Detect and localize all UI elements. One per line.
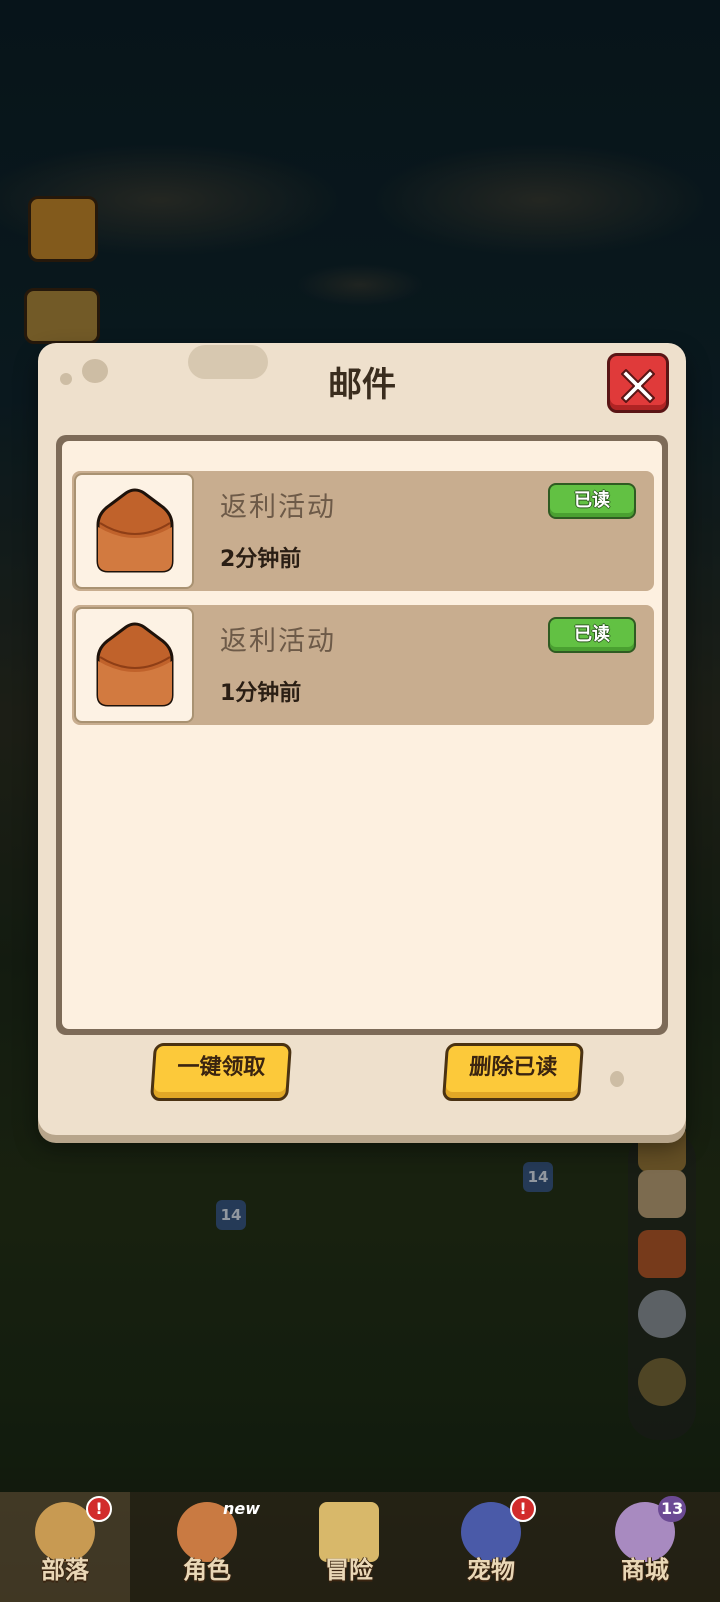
bottom-nav: ! 部落 new 角色 冒险 ! 宠物 13 商城	[0, 1492, 720, 1602]
mail-list-panel: 返利活动 2分钟前 已读 返利活动 1分钟前 已读	[56, 435, 668, 1035]
read-status-badge: 已读	[548, 617, 636, 653]
envelope-icon	[96, 622, 174, 707]
nav-adventure[interactable]: 冒险	[284, 1492, 414, 1602]
alert-badge: !	[510, 1496, 536, 1522]
mail-time: 1分钟前	[220, 681, 302, 706]
new-badge: new	[223, 1499, 261, 1518]
close-icon	[621, 369, 655, 403]
nav-label: 角色	[183, 1556, 231, 1584]
nav-label: 部落	[41, 1556, 89, 1584]
mail-time: 2分钟前	[220, 547, 302, 572]
envelope-icon	[96, 488, 174, 573]
mail-item[interactable]: 返利活动 2分钟前 已读	[72, 471, 654, 591]
nav-shop[interactable]: 13 商城	[580, 1492, 710, 1602]
mail-thumbnail	[74, 473, 194, 589]
claim-all-button[interactable]: 一键领取	[149, 1043, 293, 1101]
mail-title: 返利活动	[220, 492, 336, 523]
read-status-badge: 已读	[548, 483, 636, 519]
nav-character[interactable]: new 角色	[142, 1492, 272, 1602]
dialog-title: 邮件	[328, 365, 396, 405]
mail-thumbnail	[74, 607, 194, 723]
nav-label: 宠物	[467, 1556, 515, 1584]
nav-tribe[interactable]: ! 部落	[0, 1492, 130, 1602]
mail-item[interactable]: 返利活动 1分钟前 已读	[72, 605, 654, 725]
close-button[interactable]	[607, 353, 669, 413]
mail-dialog: 邮件 返利活动 2分钟前 已读 返利活动 1分钟前 已读 一键领取 删除已读	[38, 343, 686, 1135]
count-badge: 13	[658, 1496, 687, 1522]
delete-read-button[interactable]: 删除已读	[441, 1043, 585, 1101]
mail-title: 返利活动	[220, 626, 336, 657]
nav-label: 冒险	[325, 1556, 373, 1584]
decorative-spot	[610, 1071, 624, 1087]
mail-list[interactable]: 返利活动 2分钟前 已读 返利活动 1分钟前 已读	[62, 441, 662, 1029]
nav-label: 商城	[621, 1556, 669, 1584]
alert-badge: !	[86, 1496, 112, 1522]
nav-pet[interactable]: ! 宠物	[426, 1492, 556, 1602]
